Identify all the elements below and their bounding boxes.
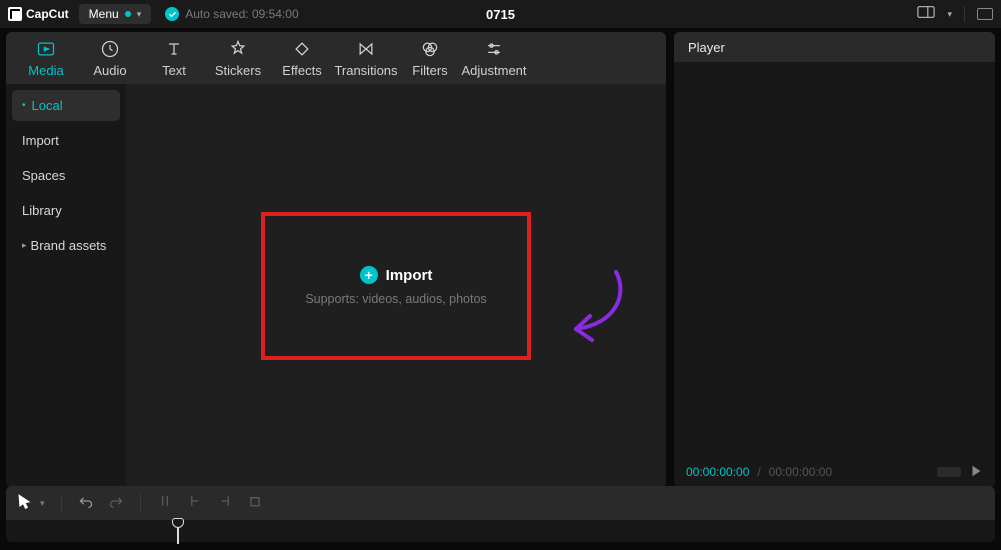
title-bar: CapCut Menu ▾ Auto saved: 09:54:00 0715 … [0,0,1001,28]
autosave-status: Auto saved: 09:54:00 [165,7,298,21]
trim-right-button[interactable] [217,493,233,514]
menu-dot-icon [125,11,131,17]
annotation-highlight-box [261,212,531,360]
menu-label: Menu [89,7,119,21]
tab-label: Stickers [215,63,261,78]
tab-effects[interactable]: Effects [270,32,334,84]
adjustment-icon [484,39,504,59]
source-label: Spaces [22,168,65,183]
player-viewport[interactable] [674,62,995,456]
chevron-down-icon: ▾ [137,9,142,20]
tool-tabs: Media Audio Text Stickers Effects Transi… [6,32,666,84]
pointer-tool[interactable] [16,493,32,514]
separator [140,494,141,512]
tab-label: Audio [93,63,126,78]
timeline-panel: ▾ [6,486,995,542]
source-list: Local Import Spaces Library ▸ Brand asse… [6,84,126,488]
timecode-current: 00:00:00:00 [686,465,749,479]
player-header: Player [674,32,995,62]
import-drop-area[interactable]: + Import Supports: videos, audios, photo… [126,84,666,488]
source-item-import[interactable]: Import [12,125,120,156]
media-browser: Local Import Spaces Library ▸ Brand asse… [6,84,666,488]
player-controls: 00:00:00:00 / 00:00:00:00 [674,456,995,488]
autosave-text: Auto saved: 09:54:00 [185,7,298,21]
tab-text[interactable]: Text [142,32,206,84]
timeline-track[interactable] [6,520,995,542]
tab-label: Media [28,63,63,78]
import-supports-text: Supports: videos, audios, photos [305,292,486,306]
import-button[interactable]: + Import [360,266,433,284]
separator [964,6,965,22]
tab-label: Filters [412,63,447,78]
brand: CapCut [8,7,69,21]
check-circle-icon [165,7,179,21]
source-label: Brand assets [31,238,107,253]
project-title[interactable]: 0715 [486,7,515,22]
timecode-total: 00:00:00:00 [769,465,832,479]
timecode-sep: / [757,465,760,479]
tab-label: Adjustment [461,63,526,78]
source-label: Import [22,133,59,148]
import-label: Import [386,267,433,284]
brand-text: CapCut [26,7,69,21]
source-label: Library [22,203,62,218]
tab-media[interactable]: Media [14,32,78,84]
tab-audio[interactable]: Audio [78,32,142,84]
player-progress-stub [937,467,961,477]
tab-label: Effects [282,63,322,78]
window-layout-button[interactable] [977,8,993,20]
aspect-ratio-button[interactable] [917,5,935,24]
chevron-down-icon: ▾ [947,9,952,20]
tab-filters[interactable]: Filters [398,32,462,84]
effects-icon [292,39,312,59]
audio-icon [100,39,120,59]
titlebar-right: ▾ [917,5,993,24]
source-item-brand-assets[interactable]: ▸ Brand assets [12,230,120,261]
import-box: + Import Supports: videos, audios, photo… [265,216,527,356]
filters-icon [420,39,440,59]
main-content: Media Audio Text Stickers Effects Transi… [0,28,1001,488]
timeline-toolbar: ▾ [6,486,995,520]
tab-label: Text [162,63,186,78]
source-item-library[interactable]: Library [12,195,120,226]
capcut-logo-icon [8,7,22,21]
tab-adjustment[interactable]: Adjustment [462,32,526,84]
split-button[interactable] [157,493,173,514]
redo-button[interactable] [108,493,124,514]
stickers-icon [228,39,248,59]
text-icon [164,39,184,59]
menu-button[interactable]: Menu ▾ [79,4,152,24]
player-panel: Player 00:00:00:00 / 00:00:00:00 [674,32,995,488]
source-item-local[interactable]: Local [12,90,120,121]
tab-stickers[interactable]: Stickers [206,32,270,84]
media-panel: Media Audio Text Stickers Effects Transi… [6,32,666,488]
play-button[interactable] [969,464,983,481]
player-title: Player [688,40,725,55]
separator [61,494,62,512]
source-label: Local [32,98,63,113]
transitions-icon [356,39,376,59]
source-item-spaces[interactable]: Spaces [12,160,120,191]
delete-button[interactable] [247,493,263,514]
playhead[interactable] [172,518,184,544]
undo-button[interactable] [78,493,94,514]
plus-circle-icon: + [360,266,378,284]
tab-transitions[interactable]: Transitions [334,32,398,84]
media-icon [36,39,56,59]
tab-label: Transitions [334,63,397,78]
annotation-arrow [556,264,636,359]
chevron-right-icon: ▸ [22,240,27,251]
trim-left-button[interactable] [187,493,203,514]
chevron-down-icon[interactable]: ▾ [40,498,45,509]
